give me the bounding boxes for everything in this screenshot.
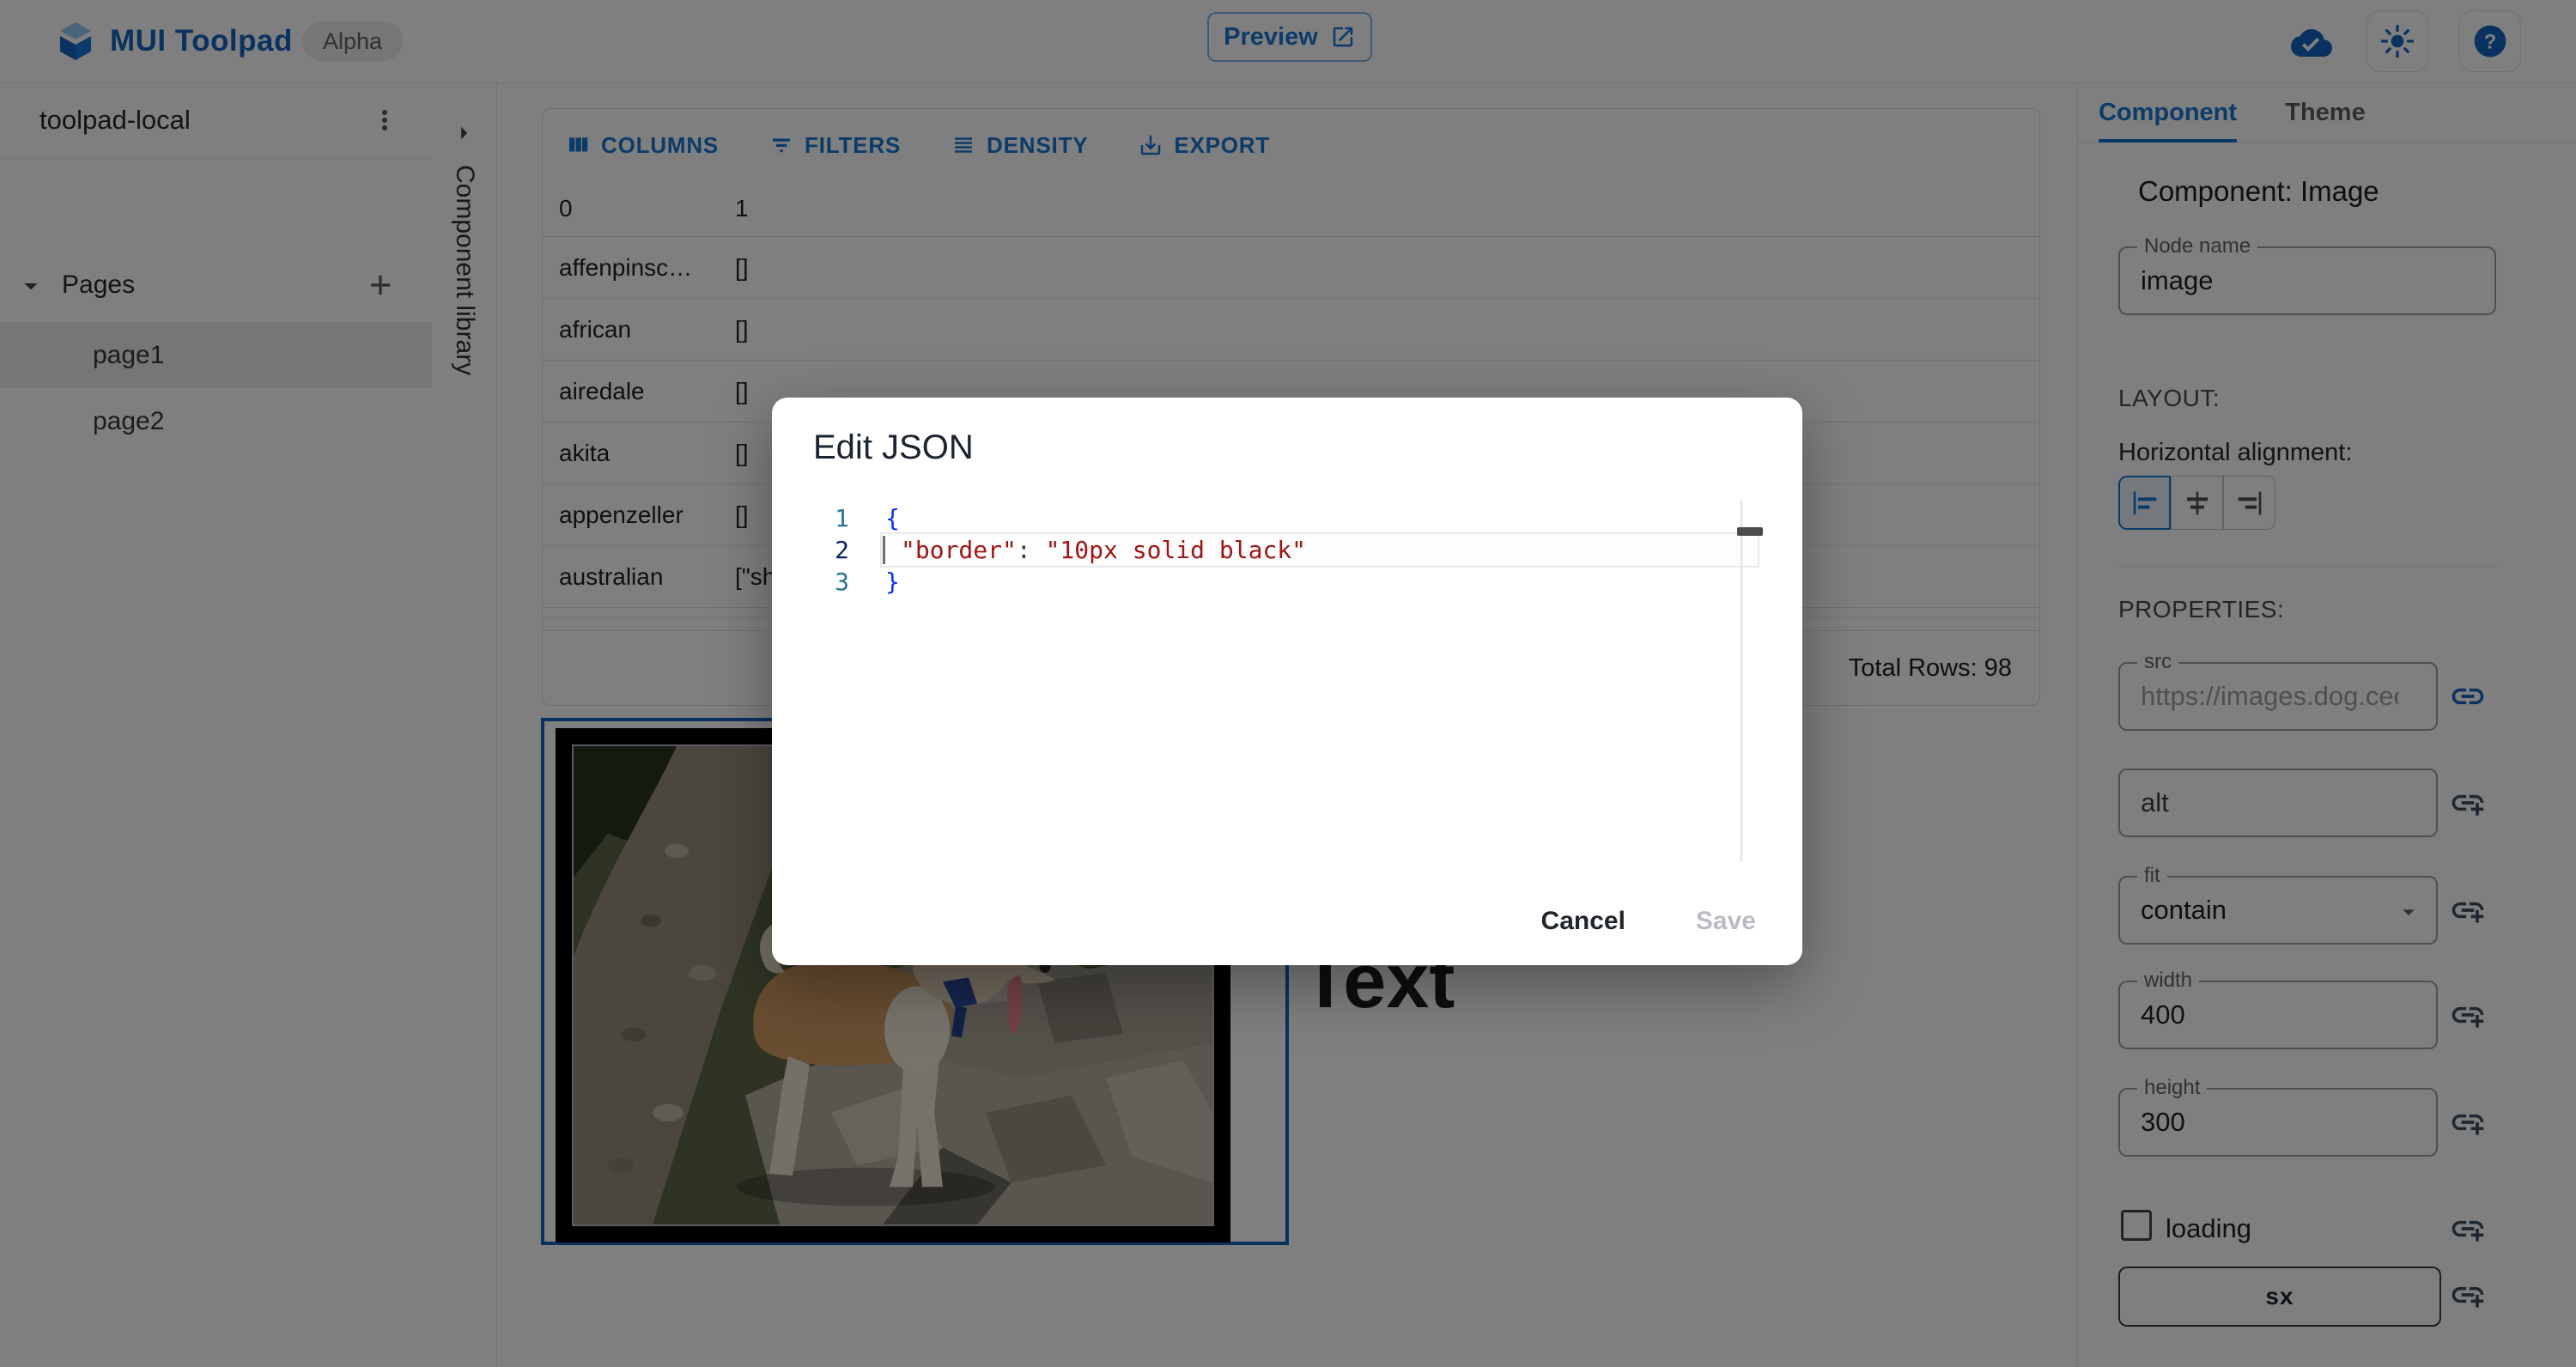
code-line-active[interactable]: 2 "border": "10px solid black" — [772, 534, 1768, 566]
code-line[interactable]: 3 } — [772, 566, 1768, 598]
line-number: 1 — [835, 504, 849, 532]
edit-json-dialog: Edit JSON 1 { 2 "border": "10px solid bl… — [772, 398, 1802, 965]
dialog-actions: Cancel Save — [772, 896, 1802, 947]
save-button[interactable]: Save — [1691, 906, 1761, 937]
line-number: 2 — [835, 536, 849, 564]
line-number: 3 — [835, 568, 849, 596]
cancel-button[interactable]: Cancel — [1536, 906, 1631, 937]
dialog-title: Edit JSON — [813, 428, 974, 466]
minimap-marker — [1737, 527, 1763, 536]
code-line[interactable]: 1 { — [772, 502, 1768, 534]
editor-scrollbar[interactable] — [1741, 501, 1742, 861]
